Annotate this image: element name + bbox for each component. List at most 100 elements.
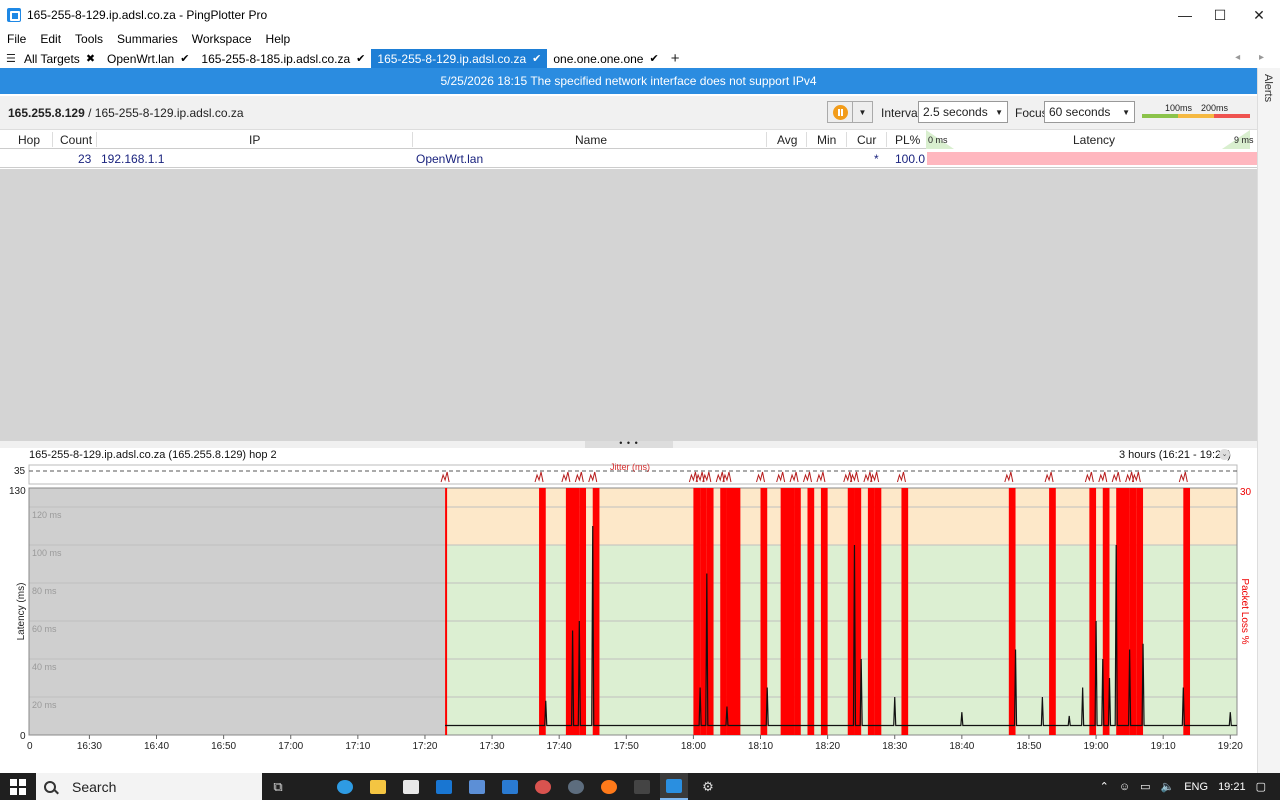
col-cur[interactable]: Cur xyxy=(857,133,876,147)
column-divider[interactable] xyxy=(52,132,53,147)
add-tab-button[interactable]: + xyxy=(665,50,686,67)
packet-loss-bar xyxy=(807,488,815,735)
col-count[interactable]: Count xyxy=(60,133,92,147)
menu-tools[interactable]: Tools xyxy=(75,32,103,46)
search-placeholder: Search xyxy=(72,778,117,795)
keyboard-icon[interactable] xyxy=(466,777,488,796)
menu-edit[interactable]: Edit xyxy=(40,32,61,46)
x-tick-label: 17:20 xyxy=(412,741,437,752)
col-avg[interactable]: Avg xyxy=(777,133,797,147)
tab-scroll-arrows[interactable]: ◂ ▸ xyxy=(1235,52,1272,63)
scale-100-label: 100ms xyxy=(1165,103,1193,113)
maximize-button[interactable]: ☐ xyxy=(1201,0,1239,30)
packet-loss-bar xyxy=(539,488,546,735)
splitter-handle[interactable]: • • • xyxy=(585,439,673,448)
y2-top-label: 30 xyxy=(1240,487,1252,498)
chevron-down-icon: ▼ xyxy=(1122,107,1130,117)
packet-loss-bar xyxy=(1183,488,1191,735)
menu-summaries[interactable]: Summaries xyxy=(117,32,178,46)
menu-workspace[interactable]: Workspace xyxy=(192,32,252,46)
app-icon-blue[interactable] xyxy=(499,777,521,796)
latency-bar xyxy=(927,152,1257,165)
taskbar-search[interactable]: Search xyxy=(36,773,262,800)
firefox-icon[interactable] xyxy=(598,777,620,796)
app-icon-dark[interactable] xyxy=(631,777,653,796)
settings-icon[interactable]: ⚙ xyxy=(697,777,719,796)
taskbar: Search ⧉ ⚙ ⌃ ☺ ▭ 🔈 ENG 19:21 ▢ xyxy=(0,773,1280,800)
focus-value: 60 seconds xyxy=(1049,105,1111,119)
col-min[interactable]: Min xyxy=(817,133,836,147)
x-tick-label: 19:20 xyxy=(1218,741,1243,752)
warning-banner: 5/25/2026 18:15 The specified network in… xyxy=(0,68,1257,94)
title-bar: 165-255-8-129.ip.adsl.co.za - PingPlotte… xyxy=(0,0,1280,30)
steam-icon[interactable] xyxy=(565,777,587,796)
volume-icon[interactable]: 🔈 xyxy=(1161,780,1175,793)
people-icon[interactable]: ☺ xyxy=(1119,781,1130,793)
col-latency[interactable]: Latency xyxy=(1073,133,1115,147)
tab-bar: ☰ All Targets ✖ OpenWrt.lan ✔ 165-255-8-… xyxy=(0,49,1280,68)
packet-loss-bar xyxy=(820,488,828,735)
col-ip[interactable]: IP xyxy=(249,133,260,147)
scale-good-bar xyxy=(1142,114,1178,118)
column-divider[interactable] xyxy=(846,132,847,147)
column-divider[interactable] xyxy=(806,132,807,147)
app-icon xyxy=(7,8,21,22)
column-divider[interactable] xyxy=(766,132,767,147)
jitter-max-label: 35 xyxy=(14,466,26,477)
network-icon[interactable]: ▭ xyxy=(1140,780,1150,793)
packet-loss-bar xyxy=(1116,488,1130,735)
chevron-down-icon[interactable]: ⌄ xyxy=(1219,449,1230,460)
edge-icon[interactable] xyxy=(334,777,356,796)
task-view-icon[interactable]: ⧉ xyxy=(267,777,289,796)
col-hop[interactable]: Hop xyxy=(18,133,40,147)
system-tray: ⌃ ☺ ▭ 🔈 ENG 19:21 ▢ xyxy=(1100,773,1280,800)
tab-one-one-one-one[interactable]: one.one.one.one ✔ xyxy=(547,49,664,68)
app-icon-red[interactable] xyxy=(532,777,554,796)
hamburger-icon[interactable]: ☰ xyxy=(0,52,16,65)
clock[interactable]: 19:21 xyxy=(1218,781,1246,793)
pingplotter-taskbar-icon[interactable] xyxy=(660,773,688,800)
menu-file[interactable]: File xyxy=(7,32,26,46)
focus-select[interactable]: 60 seconds ▼ xyxy=(1044,101,1135,123)
column-divider[interactable] xyxy=(96,132,97,147)
check-icon: ✔ xyxy=(532,53,542,65)
notifications-icon[interactable]: ▢ xyxy=(1256,780,1266,793)
tab-165-255-8-185[interactable]: 165-255-8-185.ip.adsl.co.za ✔ xyxy=(195,49,371,68)
alerts-panel[interactable]: Alerts xyxy=(1257,68,1280,773)
chevron-up-icon[interactable]: ⌃ xyxy=(1100,780,1109,793)
gridline-label: 60 ms xyxy=(32,624,57,634)
store-icon[interactable] xyxy=(400,777,422,796)
col-name[interactable]: Name xyxy=(575,133,607,147)
timeline-graph[interactable]: 35 Jitter (ms) 130 0 30 120 ms 100 ms 80 ms 60 m… xyxy=(0,460,1257,758)
tab-openwrt[interactable]: OpenWrt.lan ✔ xyxy=(101,49,195,68)
column-divider[interactable] xyxy=(886,132,887,147)
x-tick-label: 19:10 xyxy=(1151,741,1176,752)
pause-button[interactable] xyxy=(827,101,853,123)
file-explorer-icon[interactable] xyxy=(367,777,389,796)
jitter-label: Jitter (ms) xyxy=(610,462,650,472)
close-button[interactable]: ✕ xyxy=(1240,0,1278,30)
col-pl[interactable]: PL% xyxy=(895,133,920,147)
y-top-label: 130 xyxy=(9,486,26,497)
mail-icon[interactable] xyxy=(433,777,455,796)
tab-all-targets[interactable]: All Targets ✖ xyxy=(18,49,101,68)
tab-165-255-8-129[interactable]: 165-255-8-129.ip.adsl.co.za ✔ xyxy=(371,49,548,68)
hop-table-header: Hop Count IP Name Avg Min Cur PL% 0 ms L… xyxy=(0,130,1257,149)
close-icon[interactable]: ✖ xyxy=(86,52,95,65)
interval-select[interactable]: 2.5 seconds ▼ xyxy=(918,101,1008,123)
target-host: 165-255-8-129.ip.adsl.co.za xyxy=(94,106,244,120)
packet-loss-bar xyxy=(794,488,801,735)
table-row[interactable]: 23 192.168.1.1 OpenWrt.lan * 100.0 xyxy=(0,150,1257,168)
language-indicator[interactable]: ENG xyxy=(1184,781,1208,793)
check-icon: ✔ xyxy=(356,53,366,65)
menu-help[interactable]: Help xyxy=(266,32,291,46)
minimize-button[interactable]: — xyxy=(1166,0,1204,30)
latency-min-label: 0 ms xyxy=(928,135,948,145)
x-tick-label: 17:40 xyxy=(547,741,572,752)
pause-dropdown[interactable]: ▼ xyxy=(853,101,873,123)
trace-empty-area xyxy=(0,169,1257,441)
windows-start-button[interactable] xyxy=(0,773,36,800)
column-divider[interactable] xyxy=(412,132,413,147)
x-tick-label: 18:40 xyxy=(949,741,974,752)
x-tick-label: 16:40 xyxy=(144,741,169,752)
